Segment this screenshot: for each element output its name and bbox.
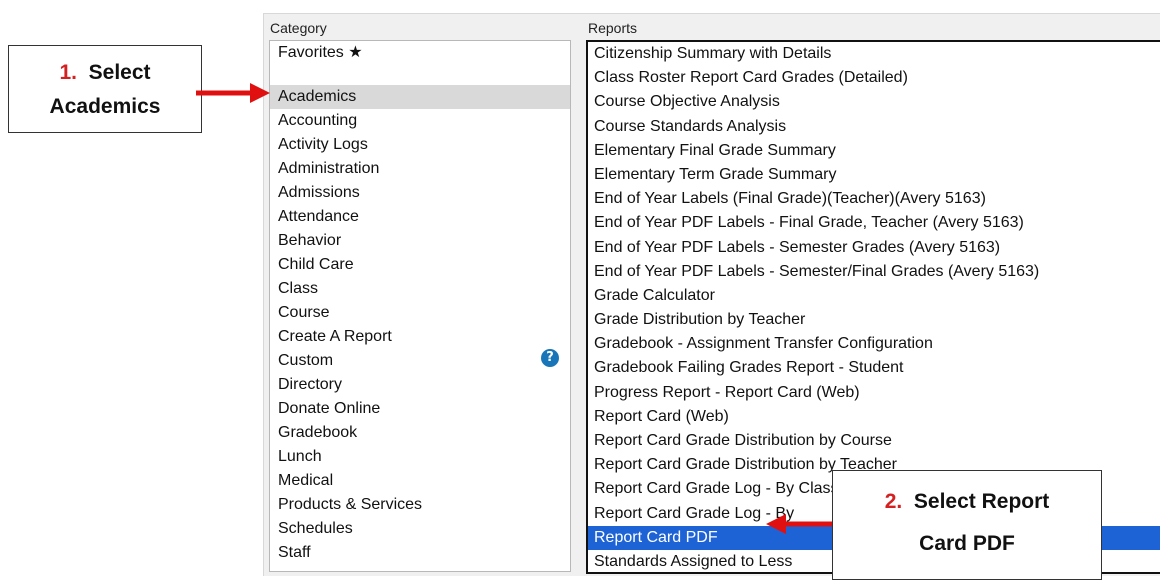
category-item-course[interactable]: Course <box>270 301 570 325</box>
category-separator <box>270 65 570 85</box>
question-circle-icon[interactable]: ? <box>541 349 559 367</box>
report-item-citizenship-summary-with-details[interactable]: Citizenship Summary with Details <box>588 42 1160 66</box>
report-item-end-of-year-pdf-labels-semester-grades-avery-5163[interactable]: End of Year PDF Labels - Semester Grades… <box>588 236 1160 260</box>
category-item-activity-logs[interactable]: Activity Logs <box>270 133 570 157</box>
category-item-donate-online[interactable]: Donate Online <box>270 397 570 421</box>
category-item-gradebook[interactable]: Gradebook <box>270 421 570 445</box>
category-item-child-care[interactable]: Child Care <box>270 253 570 277</box>
report-item-end-of-year-pdf-labels-semester-final-grades-avery-5163[interactable]: End of Year PDF Labels - Semester/Final … <box>588 260 1160 284</box>
category-column-title: Category <box>270 20 327 36</box>
report-item-gradebook-assignment-transfer-configuration[interactable]: Gradebook - Assignment Transfer Configur… <box>588 332 1160 356</box>
category-listbox[interactable]: Favorites ★ Academics Accounting Activity L… <box>269 40 571 572</box>
category-item-administration[interactable]: Administration <box>270 157 570 181</box>
category-item-schedules[interactable]: Schedules <box>270 517 570 541</box>
category-item-accounting[interactable]: Accounting <box>270 109 570 133</box>
category-item-favorites[interactable]: Favorites ★ <box>270 41 570 65</box>
category-item-directory[interactable]: Directory <box>270 373 570 397</box>
callout-select-academics: 1. Select Academics <box>8 45 202 133</box>
callout-text: Select Report <box>913 490 1050 513</box>
report-item-elementary-term-grade-summary[interactable]: Elementary Term Grade Summary <box>588 163 1160 187</box>
report-item-end-of-year-labels-final-grade-teacher-avery-5163[interactable]: End of Year Labels (Final Grade)(Teacher… <box>588 187 1160 211</box>
category-item-academics[interactable]: Academics <box>270 85 570 109</box>
report-item-end-of-year-pdf-labels-final-grade-teacher-avery-5163[interactable]: End of Year PDF Labels - Final Grade, Te… <box>588 211 1160 235</box>
report-item-elementary-final-grade-summary[interactable]: Elementary Final Grade Summary <box>588 139 1160 163</box>
report-item-course-objective-analysis[interactable]: Course Objective Analysis <box>588 90 1160 114</box>
category-item-behavior[interactable]: Behavior <box>270 229 570 253</box>
category-item-products-services[interactable]: Products & Services <box>270 493 570 517</box>
category-item-medical[interactable]: Medical <box>270 469 570 493</box>
report-item-grade-distribution-by-teacher[interactable]: Grade Distribution by Teacher <box>588 308 1160 332</box>
reports-column-title: Reports <box>588 20 638 36</box>
category-item-class[interactable]: Class <box>270 277 570 301</box>
category-item-admissions[interactable]: Admissions <box>270 181 570 205</box>
report-item-class-roster-report-card-grades-detailed[interactable]: Class Roster Report Card Grades (Detaile… <box>588 66 1160 90</box>
callout-step-number: 2. <box>884 490 903 513</box>
report-item-grade-calculator[interactable]: Grade Calculator <box>588 284 1160 308</box>
callout-text: Academics <box>49 95 161 118</box>
arrow-to-academics <box>196 83 270 103</box>
callout-step-number: 1. <box>59 61 77 84</box>
report-item-report-card-web[interactable]: Report Card (Web) <box>588 405 1160 429</box>
category-item-staff[interactable]: Staff <box>270 541 570 565</box>
report-item-report-card-grade-distribution-by-course[interactable]: Report Card Grade Distribution by Course <box>588 429 1160 453</box>
callout-select-report-card-pdf: 2. Select Report Card PDF <box>832 470 1102 580</box>
category-item-attendance[interactable]: Attendance <box>270 205 570 229</box>
category-item-custom[interactable]: Custom <box>270 349 570 373</box>
report-item-course-standards-analysis[interactable]: Course Standards Analysis <box>588 115 1160 139</box>
callout-text: Select <box>88 61 151 84</box>
report-item-progress-report-report-card-web[interactable]: Progress Report - Report Card (Web) <box>588 381 1160 405</box>
callout-text: Card PDF <box>919 532 1015 555</box>
category-item-create-a-report[interactable]: Create A Report <box>270 325 570 349</box>
category-item-lunch[interactable]: Lunch <box>270 445 570 469</box>
report-item-gradebook-failing-grades-report-student[interactable]: Gradebook Failing Grades Report - Studen… <box>588 356 1160 380</box>
